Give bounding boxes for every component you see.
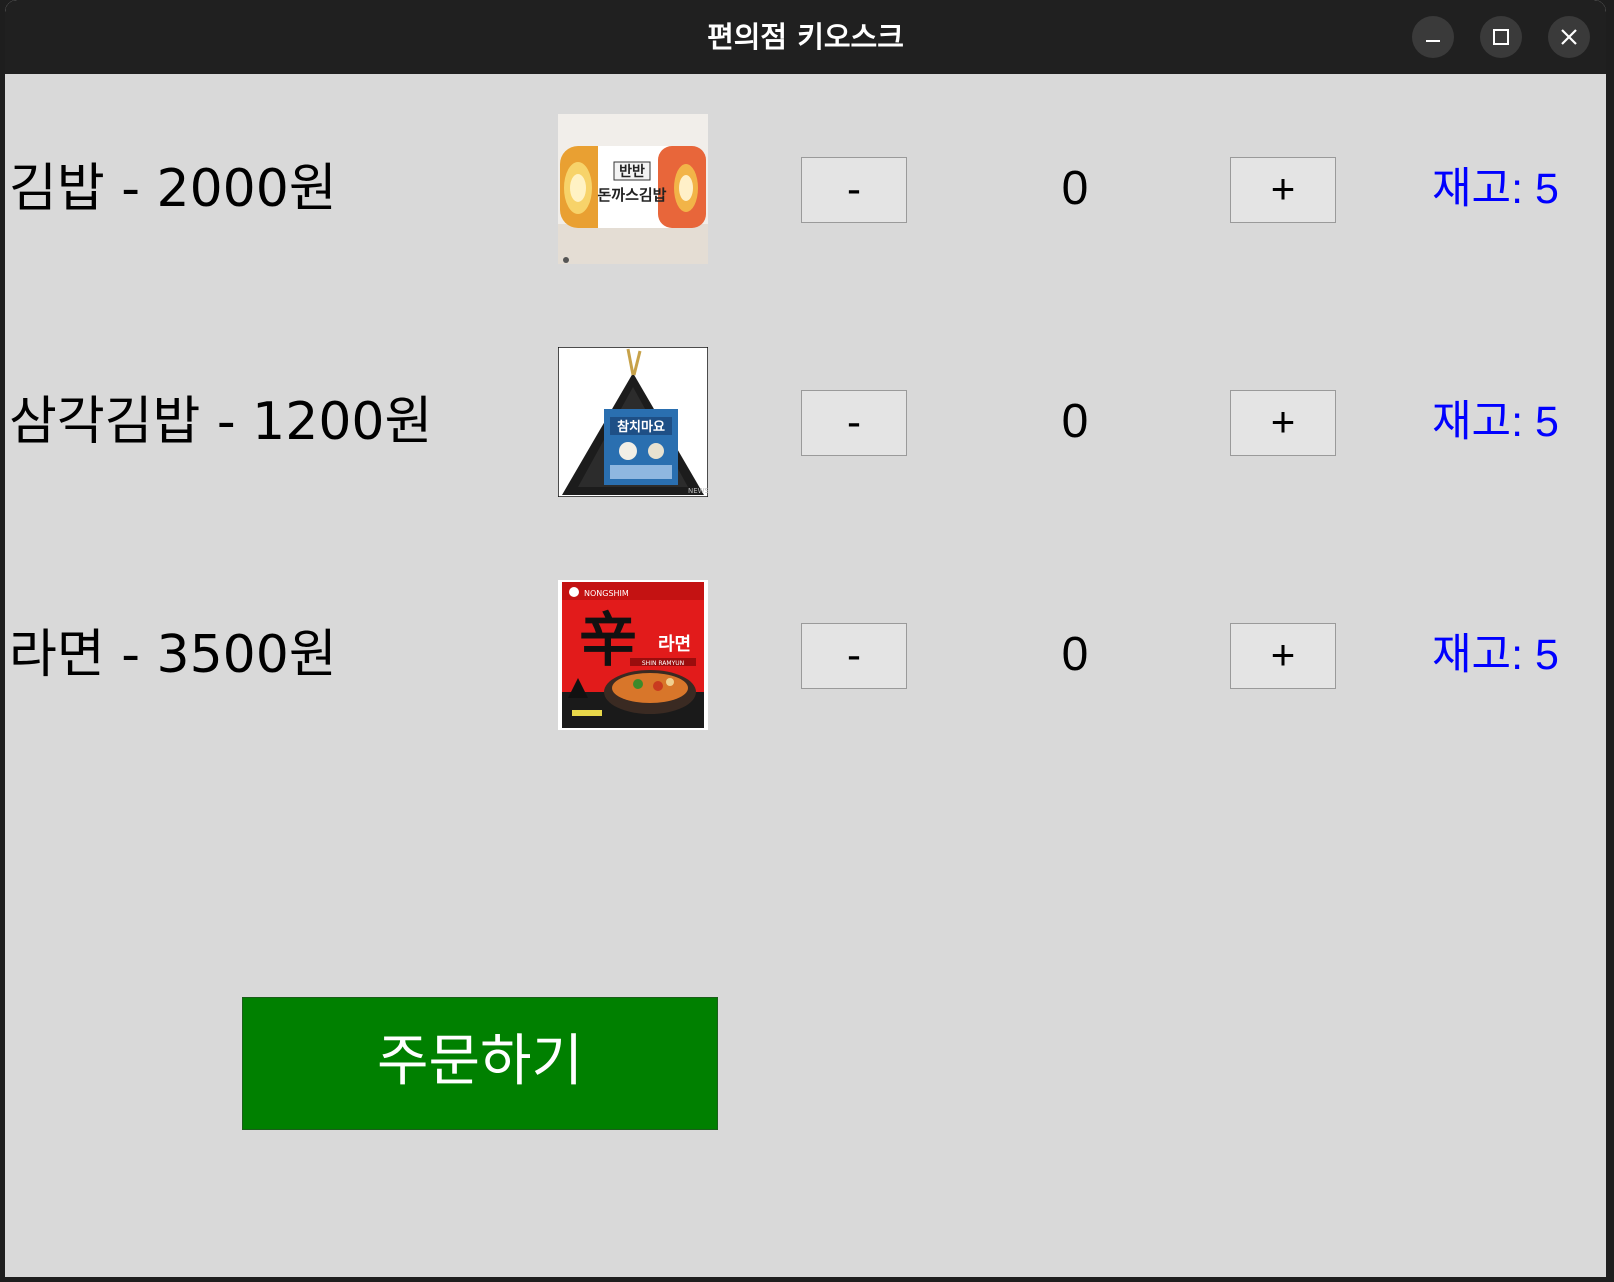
stock-label: 재고: 5 [1432, 631, 1559, 679]
decrease-quantity-button[interactable]: - [801, 157, 907, 223]
minimize-icon [1426, 40, 1440, 42]
product-row-gimbap: 김밥 - 2000원 반반 돈까스김밥 - 0 + 재고: 5 [5, 114, 1606, 264]
product-name-price: 김밥 - 2000원 [9, 159, 337, 219]
increase-quantity-button[interactable]: + [1230, 157, 1336, 223]
increase-quantity-button[interactable]: + [1230, 390, 1336, 456]
svg-text:SHIN RAMYUN: SHIN RAMYUN [642, 660, 684, 667]
stock-label: 재고: 5 [1432, 165, 1559, 213]
decrease-quantity-button[interactable]: - [801, 390, 907, 456]
close-button[interactable] [1548, 16, 1590, 58]
product-row-ramen: 라면 - 3500원 NONGSHIM 辛 라면 SHIN RAMYUN - 0… [5, 580, 1606, 730]
product-name-price: 라면 - 3500원 [9, 625, 337, 685]
svg-text:辛: 辛 [579, 606, 637, 674]
product-list: 김밥 - 2000원 반반 돈까스김밥 - 0 + 재고: 5 삼각김밥 - 1… [5, 74, 1606, 1277]
maximize-icon [1493, 29, 1509, 45]
gimbap-package-image: 반반 돈까스김밥 [558, 114, 708, 264]
increase-quantity-button[interactable]: + [1230, 623, 1336, 689]
svg-text:돈까스김밥: 돈까스김밥 [597, 186, 666, 204]
title-bar[interactable]: 편의점 키오스크 [5, 0, 1606, 74]
ramen-package-image: NONGSHIM 辛 라면 SHIN RAMYUN [558, 580, 708, 730]
triangle-gimbap-image: 참치마요 NEWSIS [558, 347, 708, 497]
quantity-value: 0 [1061, 395, 1089, 448]
maximize-button[interactable] [1480, 16, 1522, 58]
svg-text:NEWSIS: NEWSIS [688, 487, 708, 495]
window-title: 편의점 키오스크 [707, 20, 904, 54]
decrease-quantity-button[interactable]: - [801, 623, 907, 689]
close-icon [1561, 29, 1577, 45]
svg-text:NONGSHIM: NONGSHIM [584, 589, 629, 598]
stock-label: 재고: 5 [1432, 398, 1559, 446]
order-button[interactable]: 주문하기 [242, 997, 718, 1130]
svg-text:참치마요: 참치마요 [617, 419, 665, 435]
product-name-price: 삼각김밥 - 1200원 [9, 392, 433, 452]
svg-text:반반: 반반 [619, 163, 645, 180]
quantity-value: 0 [1061, 162, 1089, 215]
minimize-button[interactable] [1412, 16, 1454, 58]
kiosk-window: 편의점 키오스크 김밥 - 2000원 반반 돈까스김밥 - 0 + 재고: 5… [5, 0, 1606, 1277]
quantity-value: 0 [1061, 628, 1089, 681]
product-row-triangle-gimbap: 삼각김밥 - 1200원 참치마요 NEWSIS - [5, 347, 1606, 497]
svg-text:라면: 라면 [658, 634, 691, 655]
